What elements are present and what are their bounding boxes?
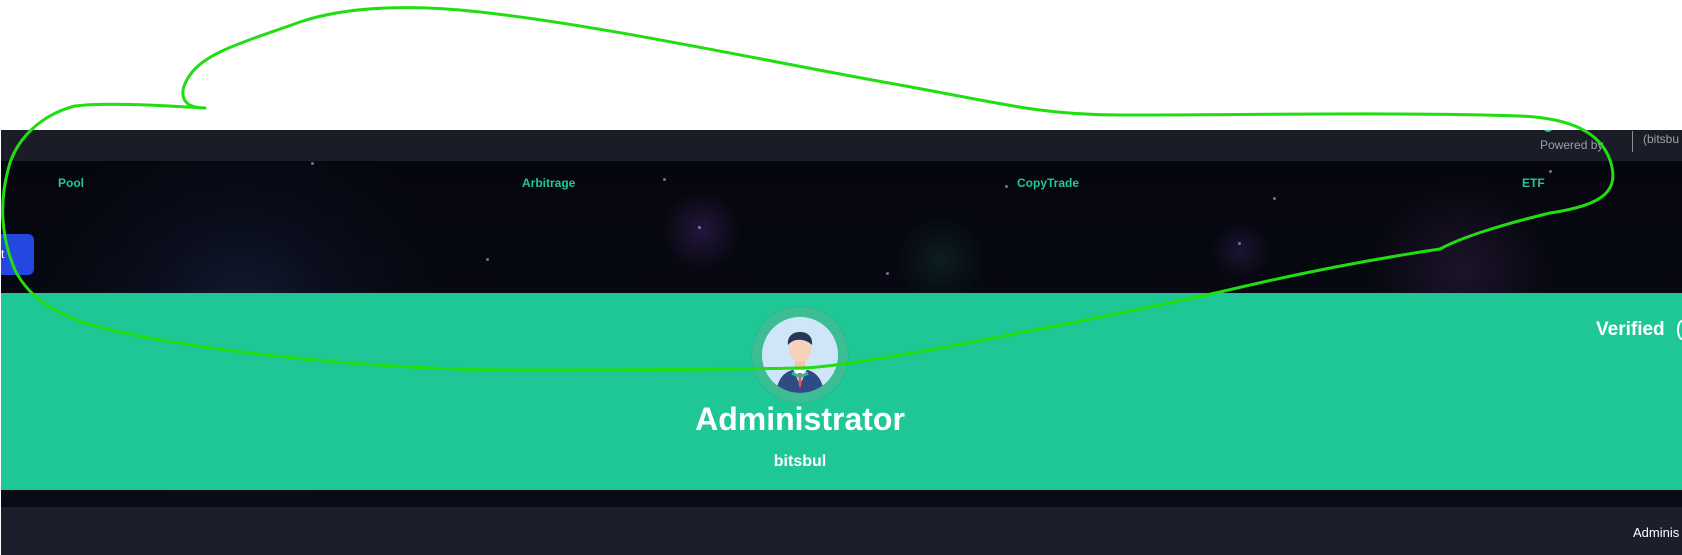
nav-item-pool[interactable]: Pool bbox=[58, 176, 84, 190]
verified-status: Verified bbox=[1596, 319, 1665, 340]
top-bar: Powered by (bitsbu bbox=[1, 130, 1682, 161]
powered-by-label: Powered by bbox=[1540, 138, 1604, 152]
nav-item-copytrade[interactable]: CopyTrade bbox=[1017, 176, 1079, 190]
side-action-button-label: t bbox=[1, 247, 5, 261]
status-dot-icon bbox=[1544, 130, 1552, 132]
user-avatar-icon bbox=[762, 317, 838, 393]
divider bbox=[1632, 131, 1633, 152]
nav-item-etf[interactable]: ETF bbox=[1522, 176, 1545, 190]
profile-banner: Administrator bitsbul Verified bbox=[1, 293, 1682, 490]
app-shell: Powered by (bitsbu Pool Arbitrage CopyTr… bbox=[1, 130, 1682, 555]
footer-admin-label: Adminis bbox=[1633, 525, 1680, 540]
bottom-bar: Adminis bbox=[1, 507, 1682, 555]
verified-badge-icon bbox=[1677, 320, 1682, 340]
user-handle: (bitsbu bbox=[1643, 132, 1680, 146]
avatar[interactable] bbox=[752, 307, 848, 403]
side-action-button[interactable]: t bbox=[1, 234, 34, 275]
profile-username: bitsbul bbox=[773, 453, 827, 470]
profile-name: Administrator bbox=[695, 401, 905, 437]
nav-item-arbitrage[interactable]: Arbitrage bbox=[522, 176, 575, 190]
